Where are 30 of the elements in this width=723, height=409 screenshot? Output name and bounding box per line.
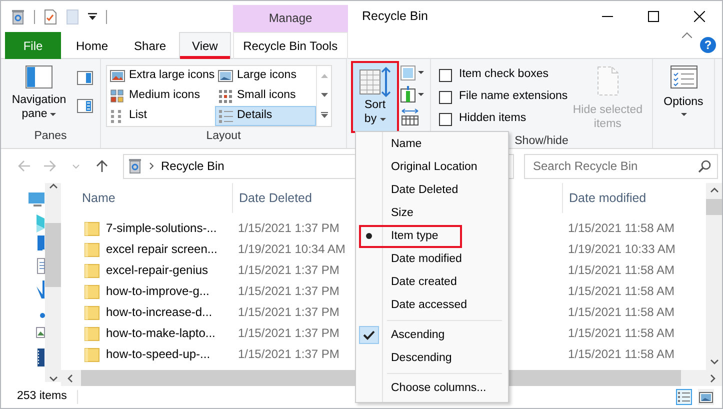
item-count: 253 items bbox=[17, 390, 67, 404]
date-cell: 1/15/2021 1:37 PM bbox=[238, 305, 340, 320]
date-cell: 1/15/2021 11:58 AM bbox=[568, 305, 675, 320]
file-name: excel repair screen... bbox=[106, 242, 218, 257]
date-cell: 1/15/2021 11:58 AM bbox=[568, 263, 675, 278]
contextual-tab-header: Manage bbox=[233, 5, 348, 32]
date-cell: 1/15/2021 11:58 AM bbox=[568, 284, 675, 299]
file-name: how-to-improve-g... bbox=[106, 284, 210, 299]
date-cell: 1/15/2021 1:37 PM bbox=[238, 326, 340, 341]
checkbox-label: Item check boxes bbox=[459, 68, 548, 82]
date-cell: 1/15/2021 1:37 PM bbox=[238, 221, 340, 236]
group-label: Panes bbox=[34, 130, 67, 142]
date-cell: 1/19/2021 10:34 AM bbox=[238, 242, 346, 257]
file-name: how-to-speed-up-... bbox=[106, 347, 210, 362]
file-name: how-to-increase-d... bbox=[106, 305, 212, 320]
group-label: Layout bbox=[206, 130, 241, 142]
date-cell: 1/15/2021 1:37 PM bbox=[238, 284, 340, 299]
window-title: Recycle Bin bbox=[362, 9, 428, 24]
checkbox-label: Hidden items bbox=[459, 112, 526, 126]
date-cell: 1/15/2021 1:37 PM bbox=[238, 263, 340, 278]
date-cell: 1/15/2021 1:37 PM bbox=[238, 347, 340, 362]
file-name: 7-simple-solutions-... bbox=[106, 221, 217, 236]
file-name: excel-repair-genius bbox=[106, 263, 208, 278]
file-name: how-to-make-lapto... bbox=[106, 326, 216, 341]
checkbox-label: File name extensions bbox=[459, 90, 568, 104]
date-cell: 1/19/2021 10:33 AM bbox=[568, 242, 676, 257]
group-label: Show/hide bbox=[514, 134, 568, 147]
date-cell: 1/15/2021 11:58 AM bbox=[568, 347, 675, 362]
date-cell: 1/15/2021 11:58 AM bbox=[568, 221, 675, 236]
date-cell: 1/15/2021 11:58 AM bbox=[568, 326, 675, 341]
